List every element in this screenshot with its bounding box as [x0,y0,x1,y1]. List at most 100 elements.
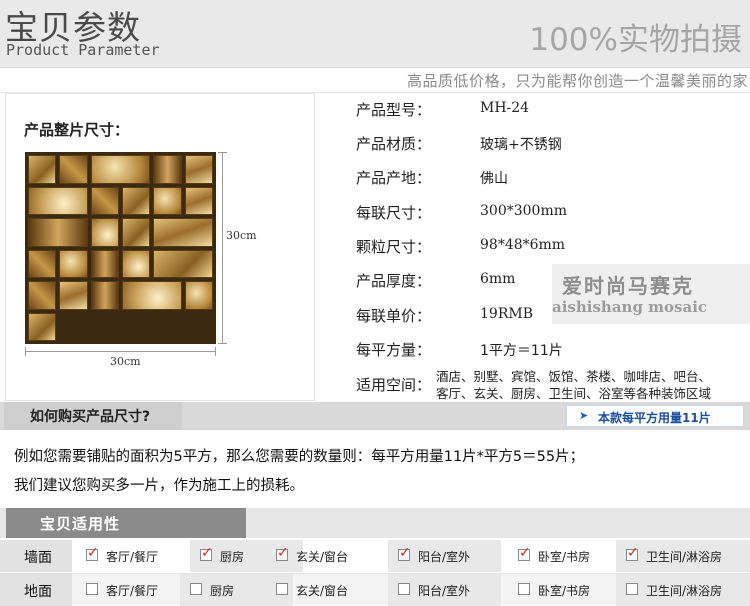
tile-chip [28,281,57,310]
row-label: 地面 [0,574,72,606]
spec-value: 98*48*6mm [480,237,566,253]
spec-label: 适用空间： [356,376,432,394]
tile-chip [153,218,213,247]
checkbox[interactable] [86,545,99,561]
suitability-title: 宝贝适用性 [40,515,121,533]
spec-value: 6mm [480,271,516,287]
spec-label: 产品厚度： [356,272,432,290]
tile-chip [59,249,88,278]
tile-chip [90,281,119,310]
option-label: 厨房 [220,550,245,564]
suit-option: 阳台/室外 [388,540,501,572]
usage-line-2: 客厅、玄关、厨房、卫生间、浴室等各种装饰区域 [436,386,712,401]
real-photo-label: 100%实物拍摄 [529,22,742,58]
checkbox[interactable] [276,545,289,561]
suit-option: 卧室/书房 [508,574,621,606]
spec-label: 每联单价： [356,307,432,325]
tile-chip [28,312,57,341]
suit-option: 客厅/餐厅 [76,574,189,606]
advice-text: 我们建议您购买多一片，作为施工上的损耗。 [14,478,304,494]
suit-option: 玄关/窗台 [266,540,379,572]
checkbox[interactable] [398,545,411,561]
tile-chip [90,249,119,278]
row-label-text: 墙面 [24,550,52,566]
tile-chip [28,186,88,215]
spec-row-model: 产品型号： MH-24 [356,92,750,126]
suitability-row-floor: 地面 客厅/餐厅 厨房 玄关/窗台 阳台/室外 卧室/书房 卫生间/淋浴房 [0,573,750,606]
tile-chip [122,218,151,247]
usage-note-text: 本款每平方用量11片 [598,411,711,425]
spec-label: 产品型号： [356,101,432,119]
header-banner: 宝贝参数 Product Parameter 100%实物拍摄 [0,0,750,68]
example-text: 例如您需要铺贴的面积为5平方，那么您需要的数量则：每平方用量11片*平方5＝55… [14,449,585,465]
checkbox[interactable] [86,583,98,595]
spec-value: 19RMB [480,306,533,322]
spec-value: 佛山 [480,171,508,187]
tile-chip [59,281,88,310]
arrow-right-icon: ➤ [579,409,589,422]
tile-chip [184,281,213,310]
row-label: 墙面 [0,540,72,572]
row-label-text: 地面 [24,584,52,600]
suit-option: 阳台/室外 [388,574,501,606]
tile-chip [153,186,182,215]
checkbox[interactable] [276,583,288,595]
tile-chip [122,249,151,278]
tile-chip [184,186,213,215]
how-to-buy-title: 如何购买产品尺寸? [30,409,151,425]
spec-row-chip-size: 颗粒尺寸： 98*48*6mm [356,229,750,263]
tile-chip [28,218,88,247]
tile-chip [122,281,182,310]
option-label: 厨房 [210,584,235,598]
spec-value: 玻璃+不锈钢 [480,137,562,153]
spec-row-material: 产品材质： 玻璃+不锈钢 [356,126,750,160]
spec-row-price: 每联单价： 19RMB [356,298,750,332]
suit-option: 玄关/窗台 [266,574,379,606]
suit-option: 客厅/餐厅 [76,540,189,572]
suit-option: 卫生间/淋浴房 [616,574,750,606]
spec-value: 1平方＝11片 [480,343,563,359]
option-label: 玄关/窗台 [296,550,349,564]
spec-row-per-sqm: 每平方量： 1平方＝11片 [356,332,750,366]
watermark-cn: 爱时尚马赛克 [562,274,694,298]
width-dimension-line [25,347,216,356]
checkbox[interactable] [518,583,530,595]
option-label: 卫生间/淋浴房 [646,584,723,598]
checkbox[interactable] [190,583,202,595]
usage-per-sqm-note: ➤ 本款每平方用量11片 [566,405,744,427]
spec-label: 产品材质： [356,135,432,153]
suit-option: 卫生间/淋浴房 [616,540,750,572]
tile-chip [28,249,57,278]
option-label: 阳台/室外 [418,550,471,564]
checkbox[interactable] [398,583,410,595]
usage-text: 酒店、别墅、宾馆、饭馆、茶楼、咖啡店、吧台、 客厅、玄关、厨房、卫生间、浴室等各… [436,368,750,402]
tile-chip [59,155,88,184]
option-label: 客厅/餐厅 [106,584,159,598]
suitability-row-wall: 墙面 客厅/餐厅 厨房 玄关/窗台 阳台/室外 卧室/书房 卫生间/淋浴房 [0,540,750,572]
spec-label: 每联尺寸： [356,204,432,222]
usage-line-1: 酒店、别墅、宾馆、饭馆、茶楼、咖啡店、吧台、 [436,369,712,384]
suitability-tab: 宝贝适用性 [6,508,246,538]
tile-chip [90,186,119,215]
spec-row-usage: 适用空间： 酒店、别墅、宾馆、饭馆、茶楼、咖啡店、吧台、 客厅、玄关、厨房、卫生… [356,368,750,402]
mosaic-tile-image [25,152,216,344]
option-label: 卫生间/淋浴房 [646,550,723,564]
how-to-buy-tab: 如何购买产品尺寸? [4,402,182,430]
spec-value: MH-24 [480,100,530,116]
option-label: 玄关/窗台 [296,584,349,598]
spec-label: 颗粒尺寸： [356,238,432,256]
suit-option: 卧室/书房 [508,540,621,572]
tile-chip [153,249,213,278]
tile-chip [90,155,151,184]
checkbox[interactable] [518,545,531,561]
tile-chip [184,155,213,184]
tile-size-title: 产品整片尺寸： [24,121,130,139]
checkbox[interactable] [626,545,639,561]
tile-chip [153,155,182,184]
suitability-header: 宝贝适用性 [0,508,750,538]
checkbox[interactable] [200,545,213,561]
checkbox[interactable] [626,583,638,595]
height-dimension-label: 30cm [226,229,257,242]
width-dimension-label: 30cm [110,355,141,368]
spec-row-sheet-size: 每联尺寸： 300*300mm [356,195,750,229]
